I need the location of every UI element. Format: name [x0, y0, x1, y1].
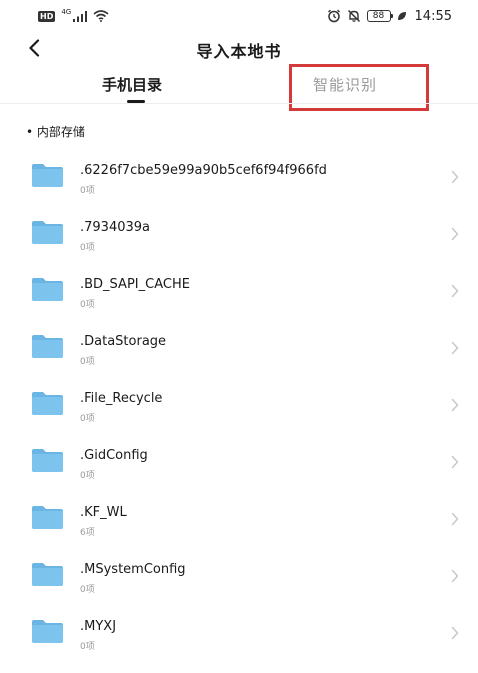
- hd-badge: HD: [38, 10, 56, 22]
- folder-row[interactable]: .BD_SAPI_CACHE 0项: [0, 257, 478, 314]
- folder-name: .MYXJ: [80, 619, 117, 634]
- folder-row[interactable]: .File_Recycle 0项: [0, 371, 478, 428]
- folder-row[interactable]: .KF_WL 6项: [0, 485, 478, 542]
- folder-icon: [32, 278, 63, 301]
- status-left: HD 4G: [38, 8, 109, 22]
- folder-item-count: 0项: [80, 642, 95, 652]
- chevron-right-icon: [451, 569, 459, 583]
- alarm-icon: [327, 9, 340, 23]
- battery-indicator: 88: [366, 10, 393, 22]
- chevron-right-icon: [451, 455, 459, 469]
- chevron-right-icon: [451, 284, 459, 298]
- folder-item-count: 0项: [80, 186, 95, 196]
- folder-name: .BD_SAPI_CACHE: [80, 277, 190, 292]
- folder-name: .GidConfig: [80, 448, 148, 463]
- folder-item-count: 0项: [80, 300, 95, 310]
- folder-row[interactable]: .MSystemConfig 0项: [0, 542, 478, 599]
- clock: 14:55: [414, 8, 452, 24]
- folder-item-count: 0项: [80, 243, 95, 253]
- screen: HD 4G 88 14:55 导入本地书 手机目录 智能识别 • 内部存储 .6…: [0, 0, 478, 673]
- section-label-internal-storage: • 内部存储: [26, 125, 85, 139]
- folder-icon: [32, 164, 63, 187]
- folder-row[interactable]: .GidConfig 0项: [0, 428, 478, 485]
- leaf-icon: [397, 12, 406, 20]
- folder-icon: [32, 392, 63, 415]
- folder-icon: [32, 563, 63, 586]
- folder-icon: [32, 449, 63, 472]
- folder-list: .6226f7cbe59e99a90b5cef6f94f966fd 0项 .79…: [0, 143, 478, 656]
- folder-item-count: 0项: [80, 585, 95, 595]
- folder-icon: [32, 620, 63, 643]
- status-right: 88 14:55: [327, 9, 452, 24]
- chevron-right-icon: [451, 512, 459, 526]
- chevron-right-icon: [451, 227, 459, 241]
- header: 导入本地书: [0, 32, 478, 68]
- chevron-right-icon: [451, 626, 459, 640]
- wifi-icon: [93, 10, 109, 22]
- folder-item-count: 0项: [80, 357, 95, 367]
- folder-name: .File_Recycle: [80, 391, 163, 406]
- page-title: 导入本地书: [196, 42, 282, 61]
- folder-row[interactable]: .7934039a 0项: [0, 200, 478, 257]
- folder-name: .7934039a: [80, 220, 150, 235]
- folder-icon: [32, 221, 63, 244]
- folder-name: .MSystemConfig: [80, 562, 186, 577]
- folder-icon: [32, 506, 63, 529]
- mute-bell-icon: [347, 9, 360, 23]
- folder-row[interactable]: .DataStorage 0项: [0, 314, 478, 371]
- folder-row[interactable]: .MYXJ 0项: [0, 599, 478, 656]
- folder-name: .6226f7cbe59e99a90b5cef6f94f966fd: [80, 163, 327, 178]
- signal-icon: [73, 10, 88, 22]
- folder-icon: [32, 335, 63, 358]
- chevron-right-icon: [451, 170, 459, 184]
- status-bar: HD 4G 88 14:55: [0, 0, 478, 32]
- folder-name: .KF_WL: [80, 505, 127, 520]
- divider: [0, 103, 478, 104]
- folder-item-count: 0项: [80, 471, 95, 481]
- tab-phone-directory[interactable]: 手机目录: [102, 74, 162, 95]
- folder-name: .DataStorage: [80, 334, 167, 349]
- folder-item-count: 0项: [80, 414, 95, 424]
- network-type: 4G: [61, 8, 72, 16]
- chevron-right-icon: [451, 398, 459, 412]
- folder-item-count: 6项: [80, 528, 95, 538]
- folder-row[interactable]: .6226f7cbe59e99a90b5cef6f94f966fd 0项: [0, 143, 478, 200]
- chevron-right-icon: [451, 341, 459, 355]
